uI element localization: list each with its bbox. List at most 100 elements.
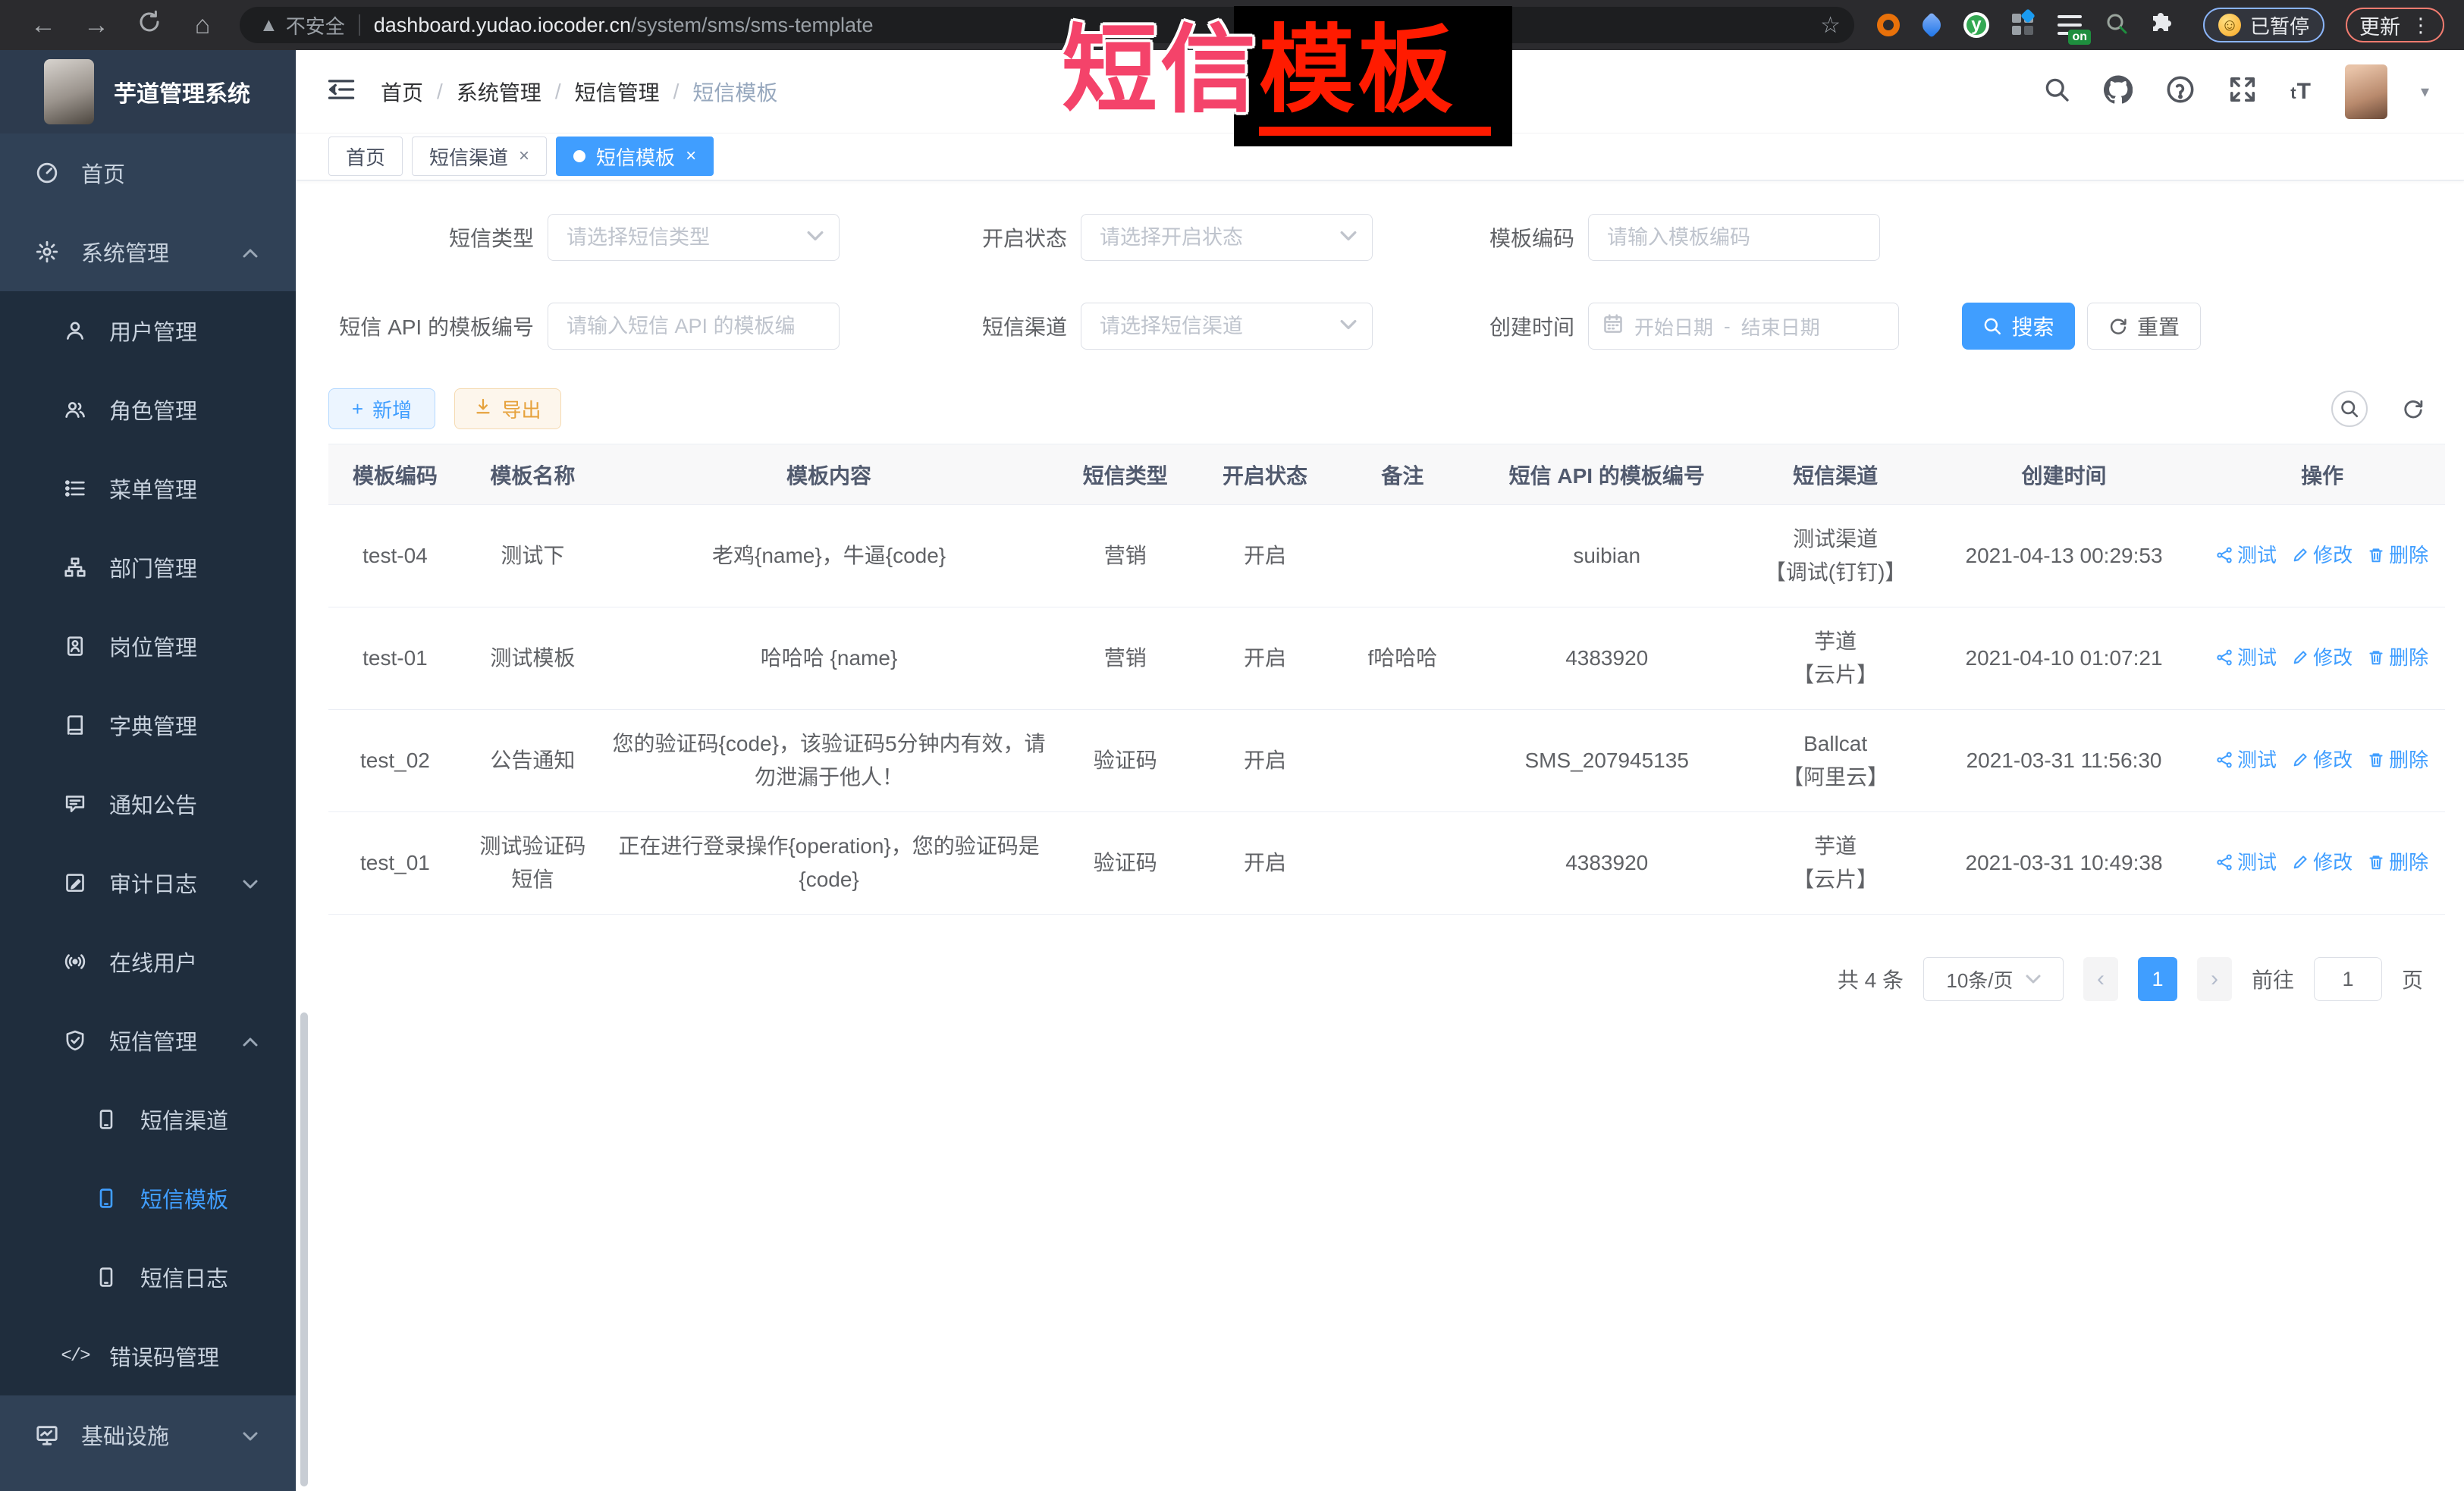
avatar[interactable] [2345,64,2387,119]
extension-grid-icon[interactable] [2012,14,2035,36]
delete-link[interactable]: 删除 [2368,846,2428,879]
tab-sms-channel[interactable]: 短信渠道 × [412,137,547,176]
sidebar-item-sms-log[interactable]: 短信日志 [0,1238,296,1317]
sms-type-select[interactable] [548,214,840,261]
template-code-field[interactable] [1588,214,1880,261]
extension-ring-icon[interactable] [1877,14,1900,36]
delete-link[interactable]: 删除 [2368,743,2428,777]
api-template-id-field[interactable] [548,303,840,350]
export-button[interactable]: 导出 [454,388,561,429]
next-page-button[interactable]: › [2197,957,2232,1001]
github-icon[interactable] [2104,75,2133,108]
tab-home[interactable]: 首页 [328,137,403,176]
sidebar-item-sms-channel[interactable]: 短信渠道 [0,1080,296,1159]
bookmark-star-icon[interactable]: ☆ [1820,12,1841,39]
sidebar-item-announcements[interactable]: 通知公告 [0,764,296,843]
edit-link[interactable]: 修改 [2292,846,2353,879]
channel-label: 短信渠道 [876,311,1081,341]
sidebar-item-dictionary[interactable]: 字典管理 [0,686,296,764]
sidebar-item-infrastructure[interactable]: 基础设施 [0,1395,296,1474]
tab-sms-template[interactable]: 短信模板 × [556,137,714,176]
sidebar-item-roles[interactable]: 角色管理 [0,370,296,449]
sidebar-item-positions[interactable]: 岗位管理 [0,607,296,686]
edit-link[interactable]: 修改 [2292,641,2353,674]
api-template-id-label: 短信 API 的模板编号 [328,311,548,341]
end-date-placeholder[interactable]: 结束日期 [1741,312,1820,341]
sidebar-scrollbar-thumb[interactable] [300,1012,308,1486]
update-button[interactable]: 更新 ⋮ [2346,8,2444,42]
sms-type-input[interactable] [548,215,839,260]
sidebar-item-error-codes[interactable]: </> 错误码管理 [0,1317,296,1395]
breadcrumb-sms[interactable]: 短信管理 [575,77,660,107]
update-label: 更新 [2359,11,2400,40]
add-button[interactable]: + 新增 [328,388,435,429]
breadcrumb-home[interactable]: 首页 [381,77,423,107]
logo: 芋道管理系统 [0,50,296,133]
sidebar-item-sms-template[interactable]: 短信模板 [0,1159,296,1238]
sidebar-item-users[interactable]: 用户管理 [0,291,296,370]
sidebar-collapse-icon[interactable] [326,76,356,107]
search-button[interactable]: 搜索 [1962,303,2075,350]
search-icon[interactable] [2043,76,2070,107]
extension-y-icon[interactable]: y [1963,12,1989,38]
reset-button[interactable]: 重置 [2087,303,2201,350]
calendar-icon [1602,313,1624,340]
test-link[interactable]: 测试 [2216,846,2277,879]
forward-icon[interactable]: → [73,11,120,40]
delete-link[interactable]: 删除 [2368,538,2428,572]
warning-icon: ▲ [259,14,278,36]
table-row: test_01 测试验证码短信 正在进行登录操作{operation}，您的验证… [328,812,2445,915]
help-icon[interactable] [2166,75,2195,108]
prev-page-button[interactable]: ‹ [2083,957,2118,1001]
status-input[interactable] [1081,215,1372,260]
edit-link[interactable]: 修改 [2292,743,2353,777]
channel-input[interactable] [1081,303,1372,349]
test-link[interactable]: 测试 [2216,641,2277,674]
logo-avatar [44,59,94,124]
edit-link[interactable]: 修改 [2292,538,2353,572]
current-page[interactable]: 1 [2138,957,2177,1001]
start-date-placeholder[interactable]: 开始日期 [1634,312,1713,341]
content: 短信类型 开启状态 模板编码 [296,180,2464,1491]
sidebar-item-menus[interactable]: 菜单管理 [0,449,296,528]
extension-list-icon[interactable]: on [2058,13,2082,37]
template-code-input[interactable] [1589,215,1879,260]
home-icon[interactable]: ⌂ [179,11,226,40]
reload-icon[interactable] [126,10,173,41]
page-size-select[interactable]: 10条/页 [1923,957,2064,1001]
address-bar[interactable]: ▲ 不安全 dashboard.yudao.iocoder.cn/system/… [240,7,1854,43]
font-size-icon[interactable]: tT [2290,79,2312,105]
chevron-up-icon [243,240,258,265]
breadcrumb-system[interactable]: 系统管理 [457,77,541,107]
org-tree-icon [62,557,88,578]
goto-page-input[interactable] [2314,957,2382,1001]
test-link[interactable]: 测试 [2216,743,2277,777]
profile-chip[interactable]: ☺ 已暂停 [2203,8,2324,42]
back-icon[interactable]: ← [20,11,67,40]
fullscreen-icon[interactable] [2228,75,2257,108]
phone-icon [93,1188,119,1209]
extension-pin-icon[interactable] [1919,12,1945,38]
toggle-search-button[interactable] [2331,391,2368,427]
extensions-puzzle-icon[interactable] [2152,11,2176,39]
sidebar-item-departments[interactable]: 部门管理 [0,528,296,607]
menu-dots-icon[interactable]: ⋮ [2411,14,2431,37]
sidebar-item-sms-management[interactable]: 短信管理 [0,1001,296,1080]
sidebar-item-system[interactable]: 系统管理 [0,212,296,291]
create-time-range[interactable]: 开始日期 - 结束日期 [1588,303,1899,350]
close-icon[interactable]: × [519,146,529,167]
close-icon[interactable]: × [686,146,696,167]
test-link[interactable]: 测试 [2216,538,2277,572]
create-time-label: 创建时间 [1383,311,1588,341]
sidebar-item-home[interactable]: 首页 [0,133,296,212]
avatar-dropdown-caret-icon[interactable]: ▾ [2421,82,2429,102]
delete-link[interactable]: 删除 [2368,641,2428,674]
api-template-id-input[interactable] [548,303,839,349]
sidebar-item-online-users[interactable]: 在线用户 [0,922,296,1001]
sidebar-item-audit-log[interactable]: 审计日志 [0,843,296,922]
extension-magnifier-icon[interactable] [2105,11,2129,39]
channel-select[interactable] [1081,303,1373,350]
url-host: dashboard.yudao.iocoder.cn [374,14,631,37]
status-select[interactable] [1081,214,1373,261]
refresh-button[interactable] [2395,391,2431,427]
